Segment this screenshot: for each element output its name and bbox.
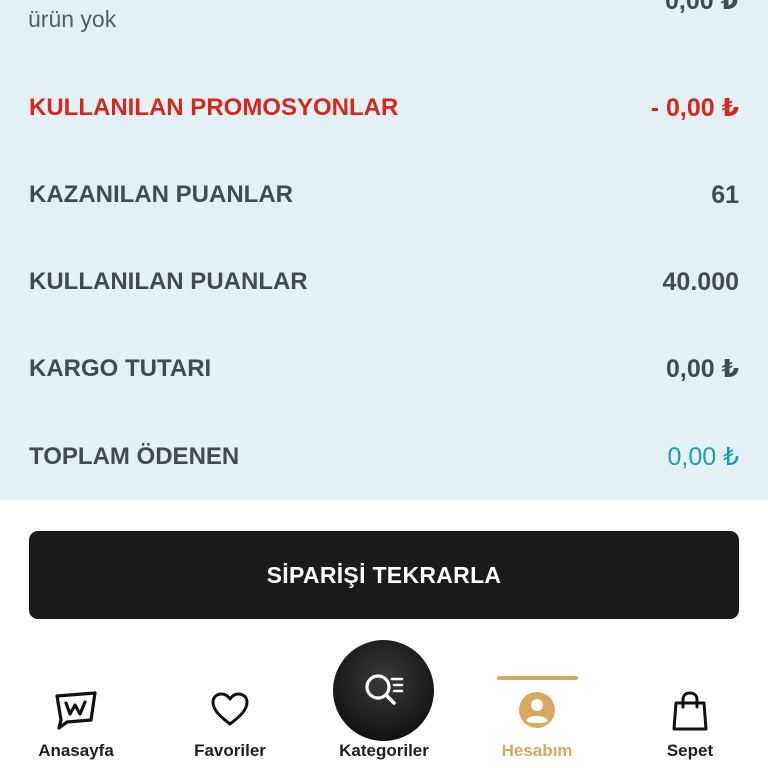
tab-label: Kategoriler <box>339 741 429 760</box>
order-summary-panel: 0,00 ₺ ürün yok KULLANILAN PROMOSYONLAR … <box>0 0 768 500</box>
tab-cart[interactable]: Sepet <box>620 640 760 768</box>
bottom-tab-bar: Anasayfa Favoriler Kategoriler Hesabım S… <box>0 640 768 768</box>
summary-row-total-paid: TOPLAM ÖDENEN 0,00 ₺ <box>29 437 739 477</box>
reorder-button[interactable]: SİPARİŞİ TEKRARLA <box>29 531 739 619</box>
search-list-icon <box>333 640 434 741</box>
tab-account[interactable]: Hesabım <box>467 640 607 768</box>
summary-row-value: 40.000 <box>662 267 739 296</box>
summary-row-label: KULLANILAN PUANLAR <box>29 268 308 295</box>
tab-categories[interactable]: Kategoriler <box>314 640 454 768</box>
summary-row-value: 61 <box>711 180 739 209</box>
home-w-icon <box>53 690 99 735</box>
heart-icon <box>210 690 250 735</box>
summary-row-earned-points: KAZANILAN PUANLAR 61 <box>29 175 739 215</box>
partial-summary-label: ürün yok <box>28 6 117 32</box>
summary-row-label: KULLANILAN PROMOSYONLAR <box>29 94 399 121</box>
summary-row-value: - 0,00 ₺ <box>650 94 739 122</box>
summary-row-promotions: KULLANILAN PROMOSYONLAR - 0,00 ₺ <box>29 88 739 128</box>
tab-label: Favoriler <box>194 741 266 760</box>
summary-row-label: KARGO TUTARI <box>29 355 212 382</box>
tab-label: Sepet <box>666 741 714 760</box>
tab-label: Hesabım <box>501 741 573 760</box>
bag-icon <box>670 690 710 737</box>
user-icon <box>517 690 557 735</box>
summary-row-value: 0,00 ₺ <box>667 443 739 471</box>
summary-row-label: TOPLAM ÖDENEN <box>29 443 240 470</box>
summary-row-used-points: KULLANILAN PUANLAR 40.000 <box>29 262 739 302</box>
tab-favorites[interactable]: Favoriler <box>160 640 300 768</box>
tab-home[interactable]: Anasayfa <box>6 640 146 768</box>
summary-row-value: 0,00 ₺ <box>666 355 739 383</box>
summary-row-label: KAZANILAN PUANLAR <box>29 181 293 208</box>
summary-row-shipping: KARGO TUTARI 0,00 ₺ <box>29 349 739 389</box>
tab-label: Anasayfa <box>38 741 114 760</box>
partial-summary-value: 0,00 ₺ <box>665 0 738 15</box>
